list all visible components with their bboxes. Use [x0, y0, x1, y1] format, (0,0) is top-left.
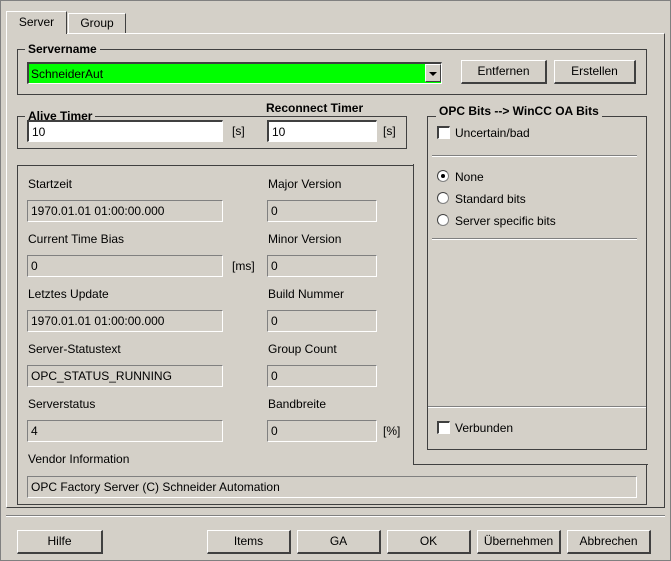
- minor-version-value: 0: [267, 255, 377, 277]
- servername-legend: Servername: [25, 42, 100, 56]
- connected-label: Verbunden: [455, 421, 514, 435]
- radio-standard-bits[interactable]: [437, 192, 449, 204]
- time-bias-value: 0: [27, 255, 223, 277]
- start-time-value: 1970.01.01 01:00:00.000: [27, 200, 223, 222]
- start-time-label: Startzeit: [28, 177, 73, 191]
- bandwidth-unit: [%]: [383, 424, 401, 438]
- create-server-button[interactable]: Erstellen: [554, 60, 636, 84]
- status-text-label: Server-Statustext: [28, 342, 121, 356]
- reconnect-timer-input[interactable]: [267, 120, 377, 142]
- server-status-label: Serverstatus: [28, 397, 96, 411]
- minor-version-label: Minor Version: [268, 232, 342, 246]
- tab-group[interactable]: Group: [68, 13, 126, 33]
- radio-none[interactable]: [437, 170, 449, 182]
- connected-checkbox[interactable]: [437, 421, 450, 434]
- server-status-value: 4: [27, 420, 223, 442]
- radio-server-specific-bits[interactable]: [437, 214, 449, 226]
- uncertain-bad-checkbox[interactable]: [437, 126, 450, 139]
- major-version-label: Major Version: [268, 177, 342, 191]
- time-bias-label: Current Time Bias: [28, 232, 125, 246]
- opc-bits-group: [427, 116, 647, 450]
- vendor-info-label: Vendor Information: [28, 452, 130, 466]
- uncertain-bad-label[interactable]: Uncertain/bad: [455, 126, 530, 140]
- group-count-value: 0: [267, 365, 377, 387]
- radio-server-specific-bits-label[interactable]: Server specific bits: [455, 214, 556, 228]
- bandwidth-label: Bandbreite: [268, 397, 327, 411]
- last-update-label: Letztes Update: [28, 287, 109, 301]
- opc-bits-legend: OPC Bits --> WinCC OA Bits: [436, 104, 602, 118]
- bandwidth-value: 0: [267, 420, 377, 442]
- alive-timer-unit: [s]: [232, 124, 245, 138]
- reconnect-timer-unit: [s]: [383, 124, 396, 138]
- reconnect-timer-legend: Reconnect Timer: [263, 101, 367, 115]
- alive-timer-input[interactable]: [27, 120, 223, 142]
- cancel-button[interactable]: Abbrechen: [567, 530, 651, 554]
- opc-bits-divider-3: [428, 406, 646, 408]
- servername-value: SchneiderAut: [31, 67, 104, 81]
- radio-none-label[interactable]: None: [455, 170, 484, 184]
- status-text-value: OPC_STATUS_RUNNING: [27, 365, 223, 387]
- group-count-label: Group Count: [268, 342, 337, 356]
- bottom-separator: [6, 515, 665, 517]
- servername-combobox[interactable]: SchneiderAut: [27, 62, 442, 84]
- ok-button[interactable]: OK: [387, 530, 471, 554]
- remove-server-button[interactable]: Entfernen: [461, 60, 547, 84]
- items-button[interactable]: Items: [207, 530, 291, 554]
- build-number-label: Build Nummer: [268, 287, 345, 301]
- last-update-value: 1970.01.01 01:00:00.000: [27, 310, 223, 332]
- opc-bits-divider-1: [432, 155, 637, 157]
- opc-bits-divider-2: [432, 238, 637, 240]
- build-number-value: 0: [267, 310, 377, 332]
- vendor-info-value: OPC Factory Server (C) Schneider Automat…: [27, 476, 637, 498]
- major-version-value: 0: [267, 200, 377, 222]
- ga-button[interactable]: GA: [297, 530, 381, 554]
- tab-server[interactable]: Server: [6, 11, 67, 34]
- apply-button[interactable]: Übernehmen: [477, 530, 561, 554]
- time-bias-unit: [ms]: [232, 259, 255, 273]
- chevron-down-icon[interactable]: [425, 64, 441, 82]
- radio-standard-bits-label[interactable]: Standard bits: [455, 192, 526, 206]
- help-button[interactable]: Hilfe: [17, 530, 103, 554]
